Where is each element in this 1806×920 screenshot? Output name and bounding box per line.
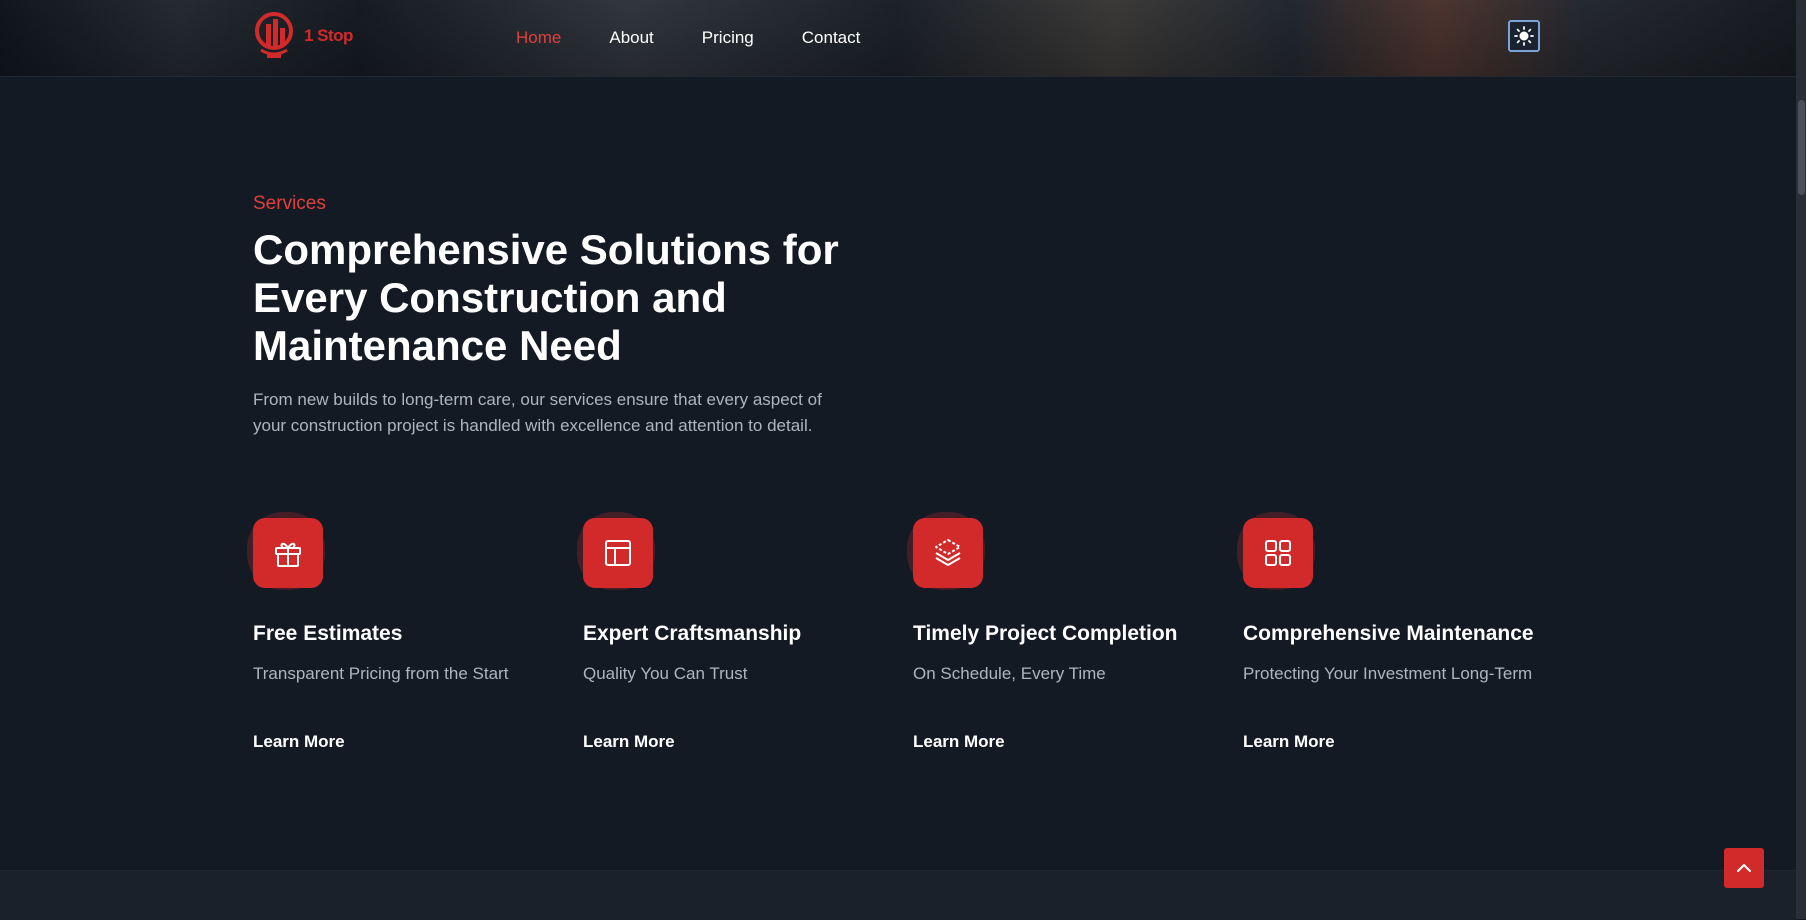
nav-contact[interactable]: Contact <box>802 28 861 48</box>
service-subtitle: Quality You Can Trust <box>583 664 748 683</box>
section-eyebrow: Services <box>253 193 326 214</box>
chevron-up-icon <box>1737 864 1751 872</box>
nav-home[interactable]: Home <box>516 28 561 48</box>
nav-about[interactable]: About <box>609 28 653 48</box>
site-logo[interactable]: 1 Stop <box>253 10 353 62</box>
theme-toggle-button[interactable] <box>1508 20 1540 52</box>
logo-text: 1 Stop <box>304 26 353 45</box>
learn-more-link[interactable]: Learn More <box>913 732 1005 752</box>
main-nav: Home About Pricing Contact <box>516 28 860 48</box>
nav-pricing[interactable]: Pricing <box>702 28 754 48</box>
service-title: Expert Craftsmanship <box>583 622 802 645</box>
section-description: From new builds to long-term care, our s… <box>253 390 822 435</box>
service-card-timely-project-completion: Timely Project Completion On Schedule, E… <box>907 512 1223 751</box>
service-subtitle: Transparent Pricing from the Start <box>253 664 509 683</box>
logo-icon <box>255 12 293 58</box>
layers-icon <box>913 518 983 588</box>
learn-more-link[interactable]: Learn More <box>1243 732 1335 752</box>
sun-icon <box>1514 26 1534 46</box>
service-title: Comprehensive Maintenance <box>1243 622 1534 645</box>
service-subtitle: Protecting Your Investment Long-Term <box>1243 664 1533 683</box>
gift-icon <box>253 518 323 588</box>
service-title: Free Estimates <box>253 622 403 645</box>
learn-more-link[interactable]: Learn More <box>253 732 345 752</box>
service-card-expert-craftsmanship: Expert Craftsmanship Quality You Can Tru… <box>577 512 893 751</box>
service-card-free-estimates: Free Estimates Transparent Pricing from … <box>247 512 563 751</box>
site-header: 1 Stop Home About Pricing Contact <box>0 0 1796 77</box>
service-subtitle: On Schedule, Every Time <box>913 664 1106 683</box>
scrollbar-thumb[interactable] <box>1798 100 1805 195</box>
section-headline: Comprehensive Solutions for Every Constr… <box>253 226 839 369</box>
layout-icon <box>583 518 653 588</box>
learn-more-link[interactable]: Learn More <box>583 732 675 752</box>
service-title: Timely Project Completion <box>913 622 1178 645</box>
next-section <box>0 870 1796 920</box>
service-card-comprehensive-maintenance: Comprehensive Maintenance Protecting You… <box>1237 512 1553 751</box>
grid-icon <box>1243 518 1313 588</box>
scroll-to-top-button[interactable] <box>1724 848 1764 888</box>
